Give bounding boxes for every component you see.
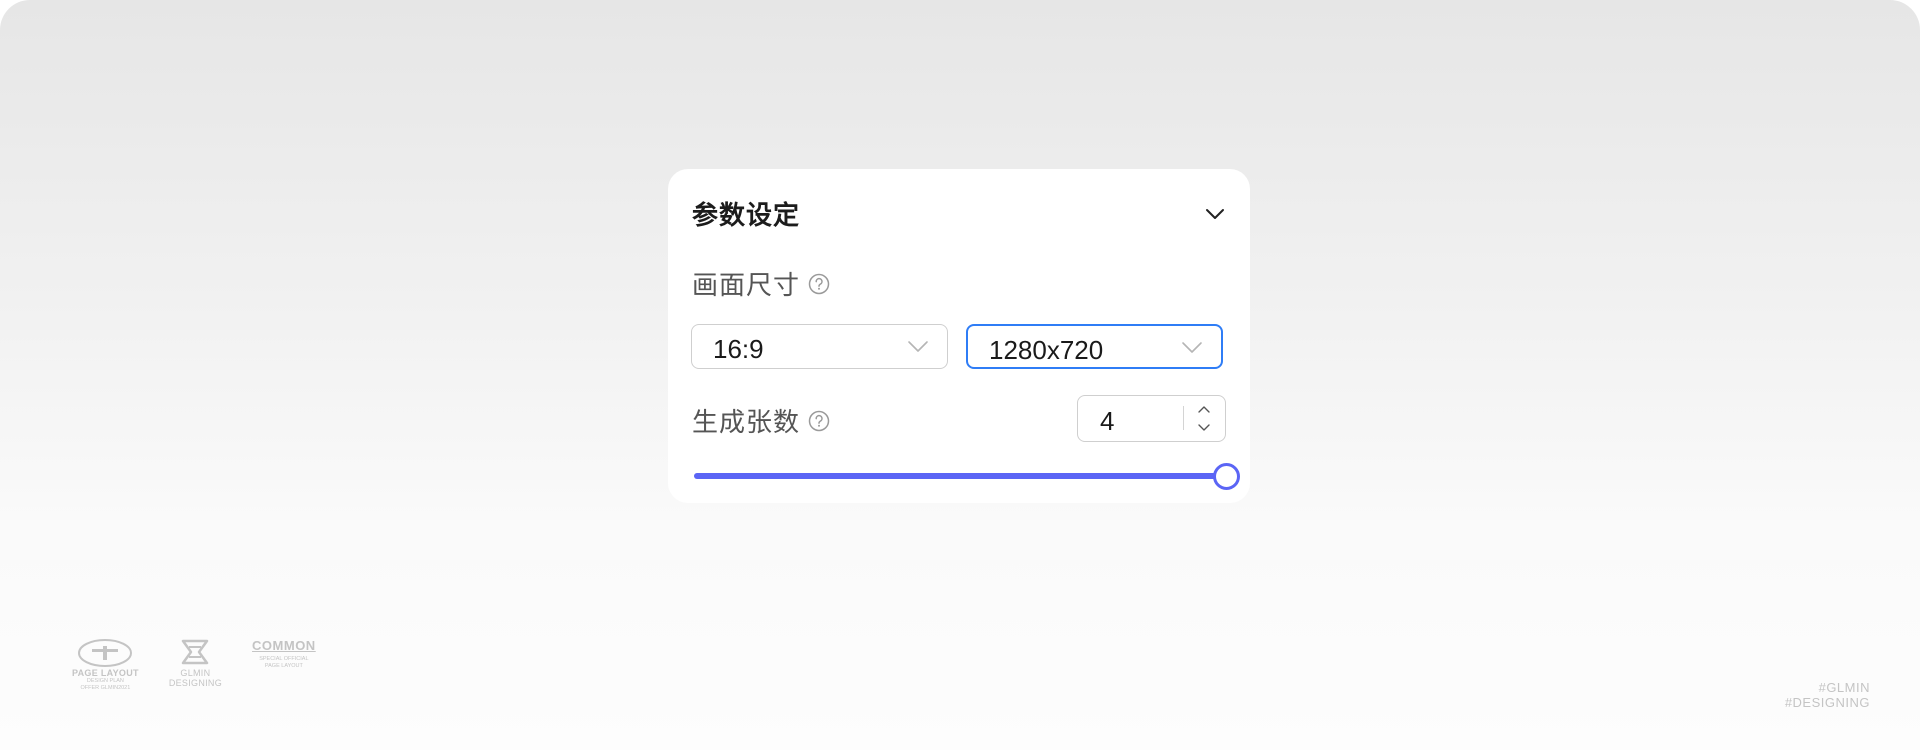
help-icon[interactable] <box>808 273 830 295</box>
common-logo: COMMON SPECIAL OFFICIAL PAGE LAYOUT <box>252 638 316 692</box>
glmin-logo: GLMIN DESIGNING <box>169 638 222 692</box>
chevron-down-icon <box>1198 423 1210 431</box>
watermark-logos: PAGE LAYOUT DESIGN PLAN OFFER GLMIN2021 … <box>72 638 316 692</box>
logo-text: COMMON <box>252 638 316 653</box>
help-icon[interactable] <box>808 410 830 432</box>
logo-text: PAGE LAYOUT <box>72 668 139 678</box>
panel-title: 参数设定 <box>692 200 801 230</box>
logo-subtext: SPECIAL OFFICIAL <box>259 656 309 662</box>
logo-subtext: PAGE LAYOUT <box>264 663 303 669</box>
slider-fill <box>694 473 1226 479</box>
logo-text: GLMIN <box>180 668 211 678</box>
image-size-label-group: 画面尺寸 <box>692 265 830 302</box>
collapse-button[interactable] <box>1201 202 1229 226</box>
resolution-value: 1280x720 <box>989 335 1104 365</box>
hashtag-watermark: #GLMIN #DESIGNING <box>1785 680 1870 710</box>
decrement-button[interactable] <box>1192 418 1216 436</box>
stepper-divider <box>1183 406 1184 430</box>
glmin-mark-icon <box>182 639 209 665</box>
chevron-down-icon <box>1206 209 1224 219</box>
page-background: 参数设定 画面尺寸 16:9 1280x720 生成张数 4 PAGE LAYO… <box>0 0 1920 750</box>
badge-logo-icon <box>78 639 133 667</box>
aspect-ratio-select[interactable]: 16:9 <box>691 324 948 369</box>
increment-button[interactable] <box>1192 400 1216 418</box>
image-size-label: 画面尺寸 <box>692 270 801 300</box>
hashtag: #DESIGNING <box>1784 695 1870 710</box>
image-count-label-group: 生成张数 <box>692 402 830 439</box>
chevron-up-icon <box>1198 405 1210 413</box>
aspect-ratio-value: 16:9 <box>713 334 764 364</box>
image-count-slider[interactable] <box>694 461 1240 491</box>
chevron-down-icon <box>908 341 928 352</box>
logo-text: DESIGNING <box>168 678 223 688</box>
image-count-label: 生成张数 <box>692 407 801 437</box>
stepper-value[interactable]: 4 <box>1100 406 1114 437</box>
chevron-down-icon <box>1182 342 1202 353</box>
page-layout-logo: PAGE LAYOUT DESIGN PLAN OFFER GLMIN2021 <box>72 638 139 692</box>
logo-subtext: DESIGN PLAN <box>86 678 124 684</box>
hashtag: #GLMIN <box>1818 680 1870 695</box>
image-count-stepper[interactable]: 4 <box>1077 395 1226 442</box>
parameter-settings-panel: 参数设定 画面尺寸 16:9 1280x720 生成张数 4 <box>668 169 1250 503</box>
resolution-select[interactable]: 1280x720 <box>966 324 1223 369</box>
slider-thumb[interactable] <box>1213 463 1240 490</box>
logo-subtext: OFFER GLMIN2021 <box>80 685 131 691</box>
